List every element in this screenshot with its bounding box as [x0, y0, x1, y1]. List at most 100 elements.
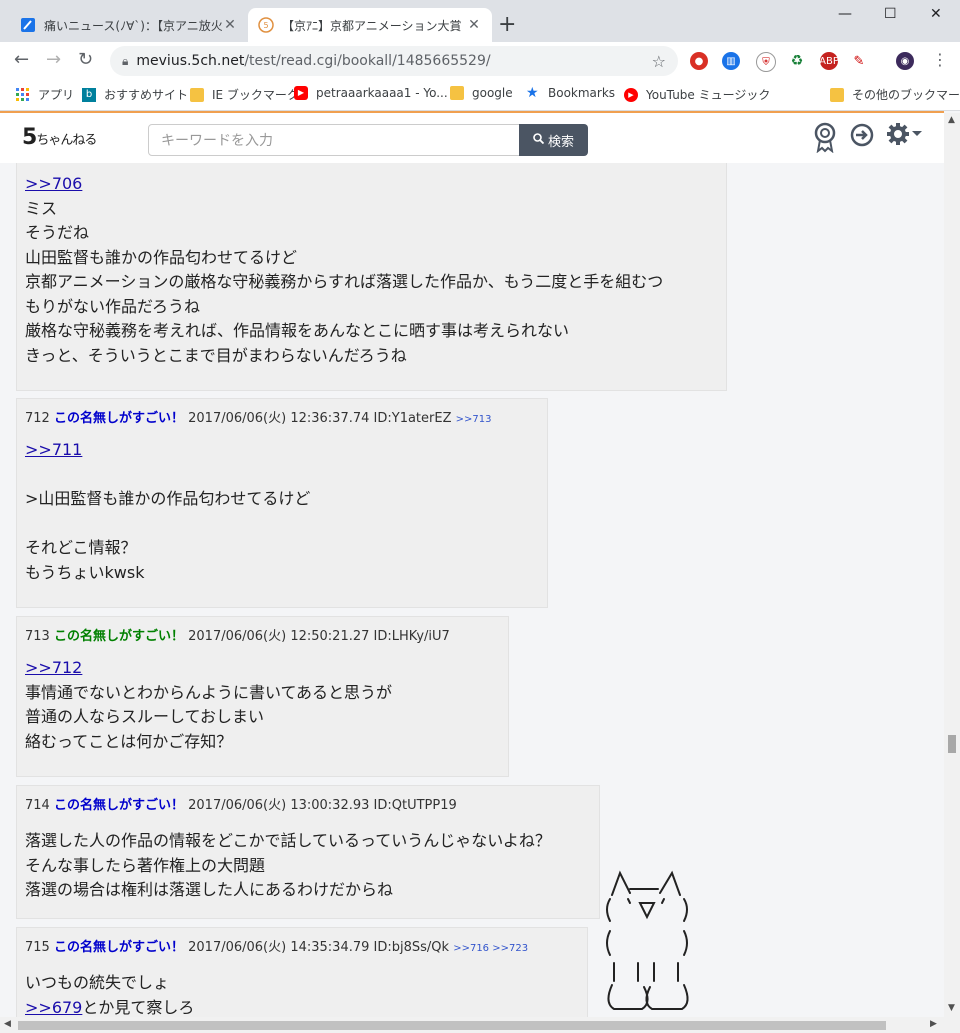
bookmark-label: petraaarkaaaa1 - Yo... — [316, 86, 448, 100]
tab-5ch-thread[interactable]: 5 【京ｱﾆ】京都アニメーション大賞【KAI ✕ — [248, 8, 492, 42]
post-number[interactable]: 712 — [25, 411, 50, 426]
search-button-label: 検索 — [547, 134, 574, 150]
post-number[interactable]: 713 — [25, 629, 50, 644]
address-bar[interactable]: 🔒︎ mevius.5ch.net/test/read.cgi/bookall/… — [110, 46, 678, 76]
post-body: いつもの統失でしょ >>679とか見て察しろ — [25, 971, 579, 1017]
bookmark-ie[interactable]: IE ブックマーク — [190, 86, 299, 103]
vertical-scroll-thumb[interactable] — [948, 735, 956, 753]
poster-name: この名無しがすごい！ — [53, 629, 184, 644]
post-body: >>706 ミス そうだね 山田監督も誰かの作品匂わせてるけど 京都アニメーショ… — [25, 172, 718, 368]
bookmark-label: アプリ — [38, 88, 75, 102]
url-path: /test/read.cgi/bookall/1485665529/ — [244, 53, 491, 69]
post-line: 山田監督も誰かの作品匂わせてるけど — [25, 247, 298, 267]
post-body: >>711 >山田監督も誰かの作品匂わせてるけど それどこ情報？ もうちょいkw… — [25, 438, 539, 585]
reply-anchor-link[interactable]: >>712 — [25, 658, 82, 677]
scroll-up-icon[interactable]: ▲ — [948, 115, 955, 125]
post-header: 714 この名無しがすごい！ 2017/06/06(火) 13:00:32.93… — [25, 794, 591, 813]
reply-anchor-link[interactable]: >>706 — [25, 174, 82, 193]
logo-number: 5 — [22, 125, 37, 150]
reply-refs-link[interactable]: >>713 — [456, 414, 492, 425]
scroll-down-icon[interactable]: ▼ — [948, 1003, 955, 1013]
bookmark-bookmarks[interactable]: ★ Bookmarks — [526, 86, 615, 100]
bookmark-google[interactable]: google — [450, 86, 513, 100]
horizontal-scrollbar[interactable]: ◀ ▶ — [0, 1017, 960, 1033]
post-715: 715 この名無しがすごい！ 2017/06/06(火) 14:35:34.79… — [16, 927, 588, 1017]
post-line: 厳格な守秘義務を考えれば、作品情報をあんなとこに晒す事は考えられない — [25, 321, 570, 340]
poster-id[interactable]: ID:bj8Ss/Qk — [374, 940, 450, 955]
back-icon[interactable]: ← — [14, 50, 29, 70]
post-line: もうちょいkwsk — [25, 562, 145, 582]
bookmark-osusume[interactable]: b おすすめサイト — [82, 86, 188, 103]
tab-strip: 痛いニュース(ﾉ∀`)：【京アニ放火】書 ✕ 5 【京ｱﾆ】京都アニメーション大… — [0, 0, 960, 42]
reply-anchor-link[interactable]: >>711 — [25, 440, 82, 459]
new-tab-icon[interactable]: + — [498, 14, 516, 36]
bookmark-apps[interactable]: アプリ — [16, 86, 74, 103]
tab-title: 痛いニュース(ﾉ∀`)：【京アニ放火】書 — [44, 18, 222, 33]
vertical-scrollbar[interactable]: ▲ ▼ — [944, 113, 960, 1017]
poster-id[interactable]: ID:QtUTPP19 — [374, 798, 457, 813]
post-712: 712 この名無しがすごい！ 2017/06/06(火) 12:36:37.74… — [16, 398, 548, 608]
reply-refs-link[interactable]: >>716 >>723 — [453, 943, 528, 954]
apps-grid-icon — [16, 87, 30, 102]
post-line: 落選した人の作品の情報をどこかで話しているっていうんじゃないよね？ — [25, 831, 551, 850]
award-ribbon-icon[interactable] — [812, 121, 838, 157]
close-tab-icon[interactable]: ✕ — [466, 17, 482, 33]
bookmark-youtube-channel[interactable]: ▶ petraaarkaaaa1 - Yo... — [294, 86, 448, 100]
post-partial: >>706 ミス そうだね 山田監督も誰かの作品匂わせてるけど 京都アニメーショ… — [16, 163, 727, 391]
poster-id[interactable]: ID:LHKy/iU7 — [374, 629, 450, 644]
extension-shield-icon[interactable]: ⛨ — [756, 52, 776, 72]
post-number[interactable]: 714 — [25, 798, 50, 813]
minimize-icon[interactable]: — — [838, 6, 852, 22]
url-domain: mevius.5ch.net — [136, 53, 245, 69]
pdf-extension-icon[interactable]: ✎ — [850, 52, 868, 70]
post-line: とか見て察しろ — [82, 997, 195, 1017]
post-714: 714 この名無しがすごい！ 2017/06/06(火) 13:00:32.93… — [16, 785, 600, 919]
post-date: 2017/06/06(火) 12:50:21.27 — [188, 629, 370, 644]
scroll-left-icon[interactable]: ◀ — [4, 1019, 11, 1029]
search-input[interactable]: キーワードを入力 — [148, 124, 520, 156]
search-placeholder: キーワードを入力 — [161, 133, 273, 149]
reply-anchor-link[interactable]: >>679 — [25, 998, 82, 1017]
adblock-icon[interactable]: ABP — [819, 52, 839, 70]
post-number[interactable]: 715 — [25, 940, 50, 955]
tab-itai-news[interactable]: 痛いニュース(ﾉ∀`)：【京アニ放火】書 ✕ — [10, 8, 248, 42]
profile-avatar-icon[interactable]: ◉ — [896, 52, 914, 70]
extension-red-icon[interactable]: ● — [690, 52, 708, 70]
reload-icon[interactable]: ↻ — [78, 50, 93, 70]
horizontal-scroll-thumb[interactable] — [18, 1021, 886, 1030]
bookmark-youtube-music[interactable]: ▶ YouTube ミュージック — [624, 86, 770, 103]
settings-gear-icon[interactable] — [886, 122, 924, 152]
poster-id[interactable]: ID:Y1aterEZ — [374, 411, 452, 426]
post-line: >山田監督も誰かの作品匂わせてるけど — [25, 489, 311, 508]
bookmark-label: Bookmarks — [548, 86, 616, 100]
bookmarks-bar: アプリ b おすすめサイト IE ブックマーク ▶ petraaarkaaaa1… — [0, 80, 960, 111]
bookmark-star-icon[interactable]: ☆ — [652, 52, 666, 71]
poster-name: この名無しがすごい！ — [53, 940, 184, 955]
maximize-icon[interactable]: ☐ — [884, 6, 897, 22]
post-line: 普通の人ならスルーしておしまい — [25, 707, 265, 726]
search-button[interactable]: 検索 — [519, 124, 588, 156]
extension-recycle-icon[interactable]: ♻ — [788, 52, 806, 70]
search-icon — [533, 132, 545, 148]
bookmark-label: おすすめサイト — [104, 88, 189, 102]
tab-title: 【京ｱﾆ】京都アニメーション大賞【KAI — [282, 18, 466, 33]
5ch-logo[interactable]: 5ちゃんねる — [22, 125, 97, 150]
close-window-icon[interactable]: ✕ — [930, 6, 942, 22]
post-line: 落選の場合は権利は落選した人にあるわけだからね — [25, 880, 394, 899]
youtube-music-icon: ▶ — [624, 87, 638, 102]
scroll-right-icon[interactable]: ▶ — [930, 1019, 937, 1029]
post-line: 絡むってことは何かご存知？ — [25, 731, 233, 751]
close-tab-icon[interactable]: ✕ — [222, 17, 238, 33]
folder-icon — [190, 87, 204, 102]
post-line: それどこ情報？ — [25, 538, 137, 557]
bookmark-other[interactable]: その他のブックマーク — [830, 86, 960, 103]
poster-name: この名無しがすごい！ — [53, 411, 184, 426]
login-icon[interactable] — [850, 123, 874, 151]
post-line: いつもの統失でしょ — [25, 973, 170, 992]
post-header: 715 この名無しがすごい！ 2017/06/06(火) 14:35:34.79… — [25, 936, 579, 955]
forward-icon[interactable]: → — [46, 50, 61, 70]
extension-bank-icon[interactable]: ▥ — [722, 52, 740, 70]
bookmark-label: google — [472, 86, 513, 100]
menu-kebab-icon[interactable]: ⋮ — [932, 50, 948, 70]
post-line: 事情通でないとわからんように書いてあると思うが — [25, 682, 393, 702]
